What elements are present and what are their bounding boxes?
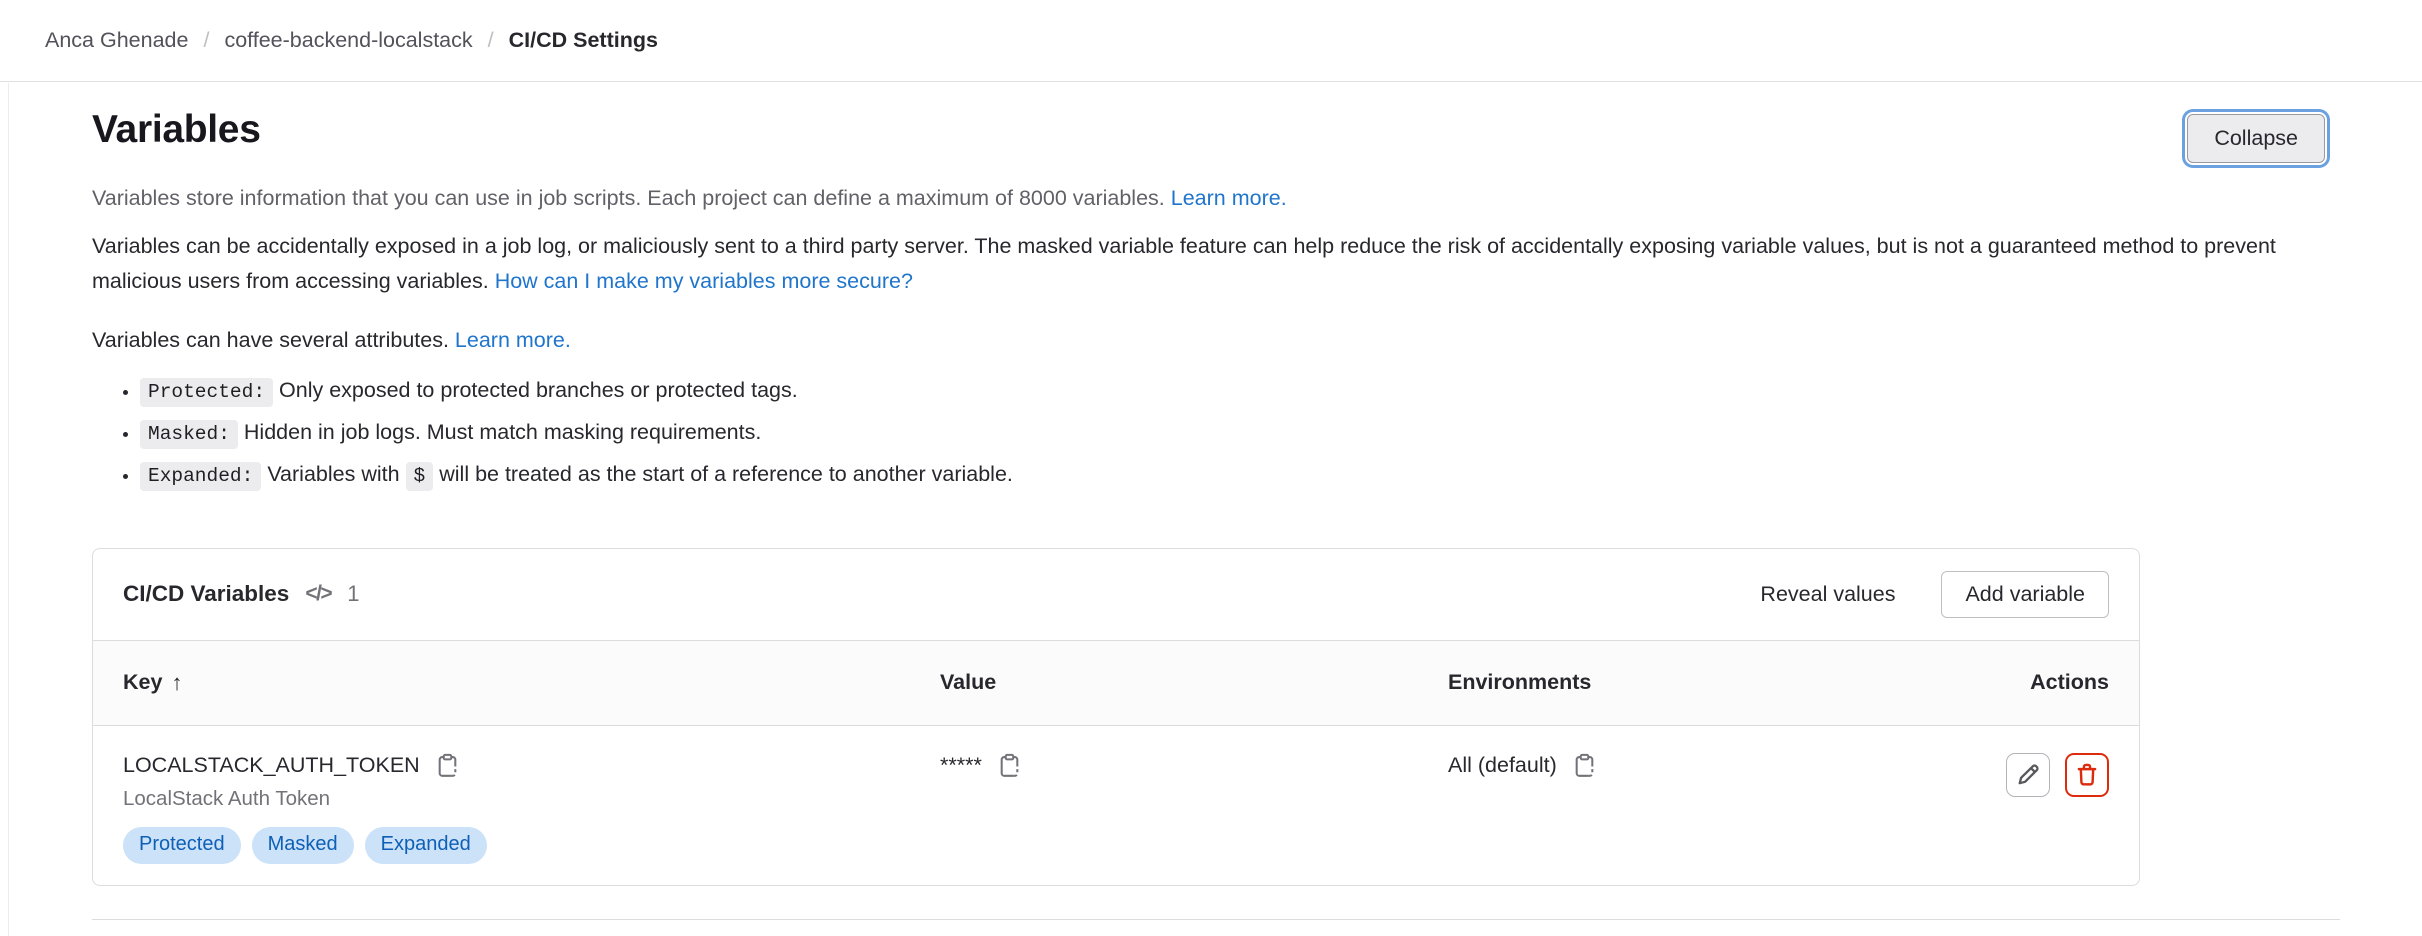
settings-content: Variables Collapse Variables store infor…: [0, 108, 2422, 920]
masked-text: Hidden in job logs. Must match masking r…: [244, 420, 761, 444]
protected-text: Only exposed to protected branches or pr…: [279, 378, 798, 402]
masked-warning: Variables can be accidentally exposed in…: [92, 229, 2330, 299]
expanded-text-after: will be treated as the start of a refere…: [439, 462, 1013, 486]
table-row: LOCALSTACK_AUTH_TOKEN LocalStack Auth To…: [93, 726, 2139, 885]
column-header-key[interactable]: Key ↑: [123, 670, 940, 696]
key-cell: LOCALSTACK_AUTH_TOKEN LocalStack Auth To…: [123, 753, 940, 864]
badge-protected: Protected: [123, 827, 241, 864]
breadcrumb: Anca Ghenade / coffee-backend-localstack…: [45, 28, 658, 53]
page-title: Variables: [92, 108, 261, 153]
cicd-variables-card: CI/CD Variables </> 1 Reveal values Add …: [92, 548, 2140, 886]
column-header-actions: Actions: [2030, 670, 2109, 696]
environments-cell: All (default): [1448, 753, 2006, 778]
badge-masked: Masked: [252, 827, 354, 864]
code-icon: </>: [305, 582, 331, 606]
list-item-masked: Masked: Hidden in job logs. Must match m…: [140, 416, 2330, 449]
protected-code-token: Protected:: [140, 378, 273, 407]
copy-environments-button[interactable]: [1572, 753, 1597, 778]
breadcrumb-user[interactable]: Anca Ghenade: [45, 28, 188, 53]
list-item-protected: Protected: Only exposed to protected bra…: [140, 374, 2330, 407]
breadcrumb-separator: /: [203, 28, 209, 53]
learn-more-link[interactable]: Learn more.: [1171, 186, 1287, 210]
pencil-icon: [2015, 762, 2041, 788]
copy-icon: [435, 753, 460, 778]
breadcrumb-separator: /: [488, 28, 494, 53]
card-header: CI/CD Variables </> 1 Reveal values Add …: [93, 549, 2139, 640]
breadcrumb-project[interactable]: coffee-backend-localstack: [224, 28, 472, 53]
edit-variable-button[interactable]: [2006, 753, 2050, 797]
top-breadcrumb-bar: Anca Ghenade / coffee-backend-localstack…: [0, 0, 2422, 82]
actions-cell: [2006, 753, 2109, 797]
badge-expanded: Expanded: [365, 827, 487, 864]
reveal-values-button[interactable]: Reveal values: [1760, 582, 1895, 607]
card-header-actions: Reveal values Add variable: [1760, 571, 2109, 618]
attributes-intro-text: Variables can have several attributes.: [92, 328, 449, 352]
secure-variables-link[interactable]: How can I make my variables more secure?: [495, 269, 913, 293]
collapse-button[interactable]: Collapse: [2187, 114, 2325, 163]
trash-icon: [2074, 762, 2100, 788]
variable-key: LOCALSTACK_AUTH_TOKEN: [123, 753, 420, 778]
key-header-label: Key: [123, 670, 162, 695]
attributes-intro: Variables can have several attributes. L…: [92, 328, 2330, 353]
column-header-value: Value: [940, 670, 1448, 696]
copy-icon: [1572, 753, 1597, 778]
copy-icon: [997, 753, 1022, 778]
variable-description: LocalStack Auth Token: [123, 787, 940, 811]
expanded-code-token: Expanded:: [140, 462, 261, 491]
masked-code-token: Masked:: [140, 420, 238, 449]
expanded-text-before: Variables with: [267, 462, 399, 486]
content-left-rule: [8, 83, 9, 936]
delete-variable-button[interactable]: [2065, 753, 2109, 797]
variables-table-header: Key ↑ Value Environments Actions: [93, 640, 2139, 726]
variables-description-text: Variables store information that you can…: [92, 186, 1165, 210]
attributes-list: Protected: Only exposed to protected bra…: [92, 374, 2330, 492]
sort-ascending-icon: ↑: [171, 670, 182, 696]
variables-count: 1: [347, 581, 359, 607]
card-title-wrap: CI/CD Variables </> 1: [123, 581, 359, 607]
attributes-learn-more-link[interactable]: Learn more.: [455, 328, 571, 352]
masked-value: *****: [940, 753, 982, 778]
dollar-code-token: $: [406, 462, 434, 491]
list-item-expanded: Expanded: Variables with $ will be treat…: [140, 458, 2330, 491]
value-cell: *****: [940, 753, 1448, 778]
copy-key-button[interactable]: [435, 753, 460, 778]
variables-section-header: Variables Collapse: [92, 108, 2330, 163]
add-variable-button[interactable]: Add variable: [1941, 571, 2109, 618]
copy-value-button[interactable]: [997, 753, 1022, 778]
variables-description: Variables store information that you can…: [92, 182, 2330, 214]
badges-row: Protected Masked Expanded: [123, 827, 940, 864]
breadcrumb-current-page: CI/CD Settings: [509, 28, 658, 53]
environments-scope: All (default): [1448, 753, 1557, 778]
card-title: CI/CD Variables: [123, 581, 289, 607]
masked-warning-text: Variables can be accidentally exposed in…: [92, 234, 2276, 293]
column-header-environments: Environments: [1448, 670, 2030, 696]
section-divider: [92, 919, 2340, 920]
